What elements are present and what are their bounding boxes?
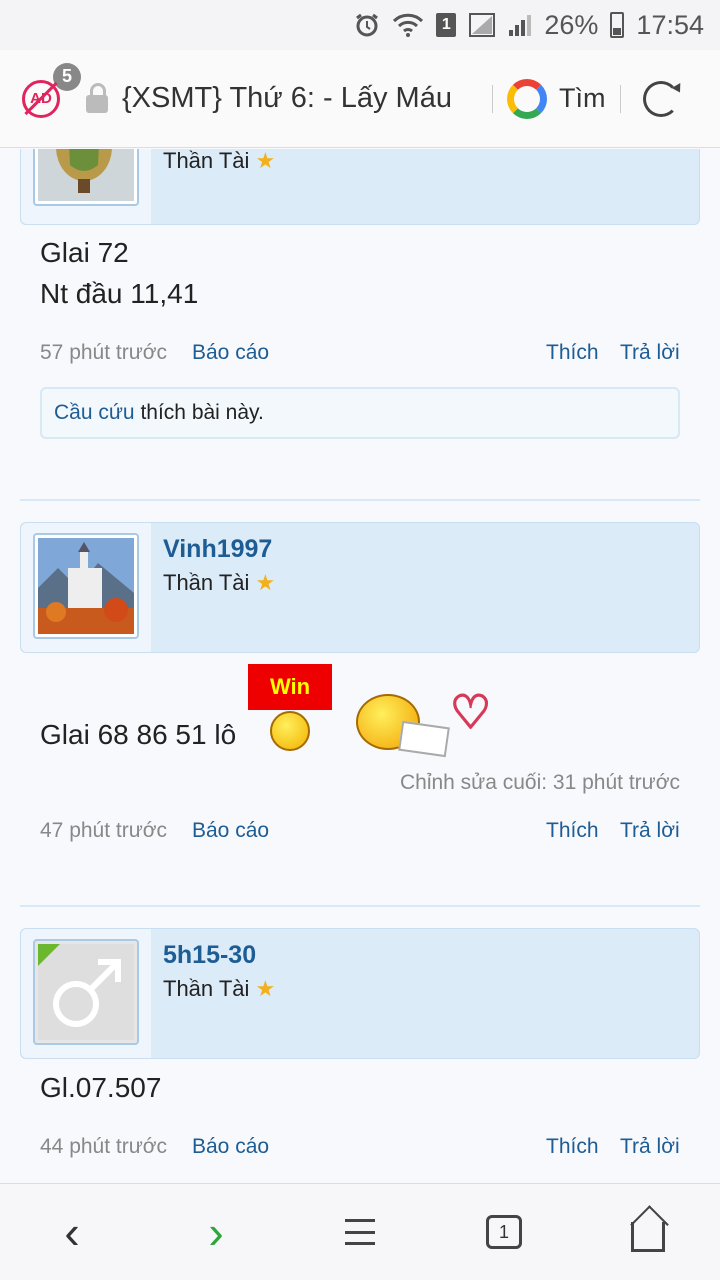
user-rank: Thần Tài ★ <box>163 976 275 1002</box>
user-card: Vinh1997 Thần Tài ★ <box>20 522 700 653</box>
post-divider <box>20 905 700 907</box>
username-link[interactable]: Vinh1997 <box>163 535 272 564</box>
tabs-icon: 1 <box>486 1215 522 1249</box>
smiley-emoticon-icon <box>270 711 310 751</box>
toolbar-divider <box>619 84 621 113</box>
report-link[interactable]: Báo cáo <box>192 341 269 365</box>
reload-icon[interactable] <box>642 80 679 117</box>
status-bar: 1 26% 17:54 <box>0 0 720 50</box>
edited-note: Chỉnh sửa cuối: 31 phút trước <box>399 771 680 794</box>
adblock-count-badge: 5 <box>53 62 81 91</box>
like-link[interactable]: Thích <box>546 341 599 365</box>
sim-icon: 1 <box>436 13 457 37</box>
win-sign-emoticon: Win <box>248 664 332 710</box>
post-time[interactable]: 57 phút trước <box>40 341 167 365</box>
search-button[interactable]: Tìm <box>559 83 606 114</box>
balloon-avatar-icon <box>38 149 134 201</box>
forward-arrow-icon: › <box>208 1206 224 1258</box>
clock: 17:54 <box>636 9 704 40</box>
reply-link[interactable]: Trả lời <box>620 1135 680 1159</box>
toolbar-divider <box>492 84 493 113</box>
post-time[interactable]: 44 phút trước <box>40 1135 167 1159</box>
like-link[interactable]: Thích <box>546 819 599 843</box>
avatar[interactable] <box>33 939 139 1045</box>
likes-summary: Cầu cứu thích bài này. <box>40 387 680 439</box>
post-message: Gl.07.507 <box>40 1072 162 1103</box>
star-icon: ★ <box>255 570 276 595</box>
likes-text: thích bài này. <box>140 401 264 424</box>
menu-button[interactable] <box>330 1202 390 1262</box>
wifi-icon <box>392 12 424 38</box>
paper-icon <box>398 720 450 758</box>
liker-link[interactable]: Cầu cứu <box>54 401 135 424</box>
google-icon[interactable] <box>507 78 547 119</box>
star-icon: ★ <box>255 976 276 1001</box>
back-button[interactable]: ‹ <box>42 1202 102 1262</box>
post-time[interactable]: 47 phút trước <box>40 819 167 843</box>
browser-toolbar: AD 5 {XSMT} Thứ 6: - Lấy Máu Tìm <box>0 50 720 148</box>
signal-empty-icon <box>468 12 496 38</box>
bottom-nav: ‹ › 1 <box>0 1183 720 1280</box>
user-rank: Thần Tài ★ <box>163 149 275 174</box>
star-icon: ★ <box>255 149 276 173</box>
user-rank: Thần Tài ★ <box>163 570 275 596</box>
alarm-icon <box>354 12 380 38</box>
post-message: Glai 68 86 51 lô <box>40 719 237 750</box>
battery-icon <box>610 12 625 38</box>
battery-percent: 26% <box>544 9 599 40</box>
rank-label: Thần Tài <box>163 149 250 173</box>
adblock-icon[interactable]: AD 5 <box>22 62 81 118</box>
male-symbol-icon <box>38 944 134 1040</box>
reply-link[interactable]: Trả lời <box>620 341 680 365</box>
username-link[interactable]: 5h15-30 <box>163 941 256 970</box>
post-message-line: Nt đầu 11,41 <box>40 278 199 309</box>
adblock-label: AD <box>30 90 52 107</box>
report-link[interactable]: Báo cáo <box>192 1135 269 1159</box>
forward-button[interactable]: › <box>186 1202 246 1262</box>
home-icon <box>631 1222 665 1252</box>
tabs-button[interactable]: 1 <box>474 1202 534 1262</box>
thread-content[interactable]: Thần Tài ★ Glai 72 Nt đầu 11,41 57 phút … <box>0 149 720 1183</box>
user-card: 5h15-30 Thần Tài ★ <box>20 928 700 1059</box>
avatar[interactable] <box>33 149 139 206</box>
like-link[interactable]: Thích <box>546 1135 599 1159</box>
rank-label: Thần Tài <box>163 570 250 595</box>
heart-emoticon-icon: ♡ <box>449 686 492 738</box>
home-button[interactable] <box>618 1202 678 1262</box>
user-card: Thần Tài ★ <box>20 149 700 225</box>
lock-icon[interactable] <box>86 82 108 113</box>
castle-avatar-icon <box>38 538 134 634</box>
menu-icon <box>345 1219 375 1245</box>
back-arrow-icon: ‹ <box>64 1206 80 1258</box>
rank-label: Thần Tài <box>163 976 250 1001</box>
page-title[interactable]: {XSMT} Thứ 6: - Lấy Máu <box>122 82 478 115</box>
post-divider <box>20 499 700 501</box>
avatar[interactable] <box>33 533 139 639</box>
signal-icon <box>508 12 532 38</box>
reply-link[interactable]: Trả lời <box>620 819 680 843</box>
post-message-line: Glai 72 <box>40 237 129 268</box>
report-link[interactable]: Báo cáo <box>192 819 269 843</box>
